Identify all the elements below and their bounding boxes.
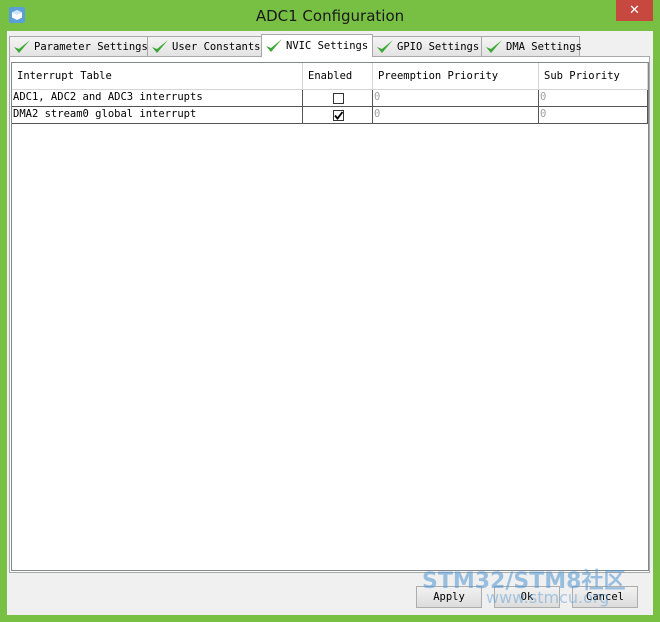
tab-bar: Parameter Settings User Constants NVIC S… (9, 33, 582, 57)
sub-priority-cell[interactable]: 0 (539, 107, 648, 123)
check-icon (486, 39, 502, 53)
check-icon (377, 39, 393, 53)
enabled-cell (303, 90, 373, 106)
check-icon (266, 38, 282, 52)
tab-label: NVIC Settings (286, 39, 369, 52)
interrupt-name: ADC1, ADC2 and ADC3 interrupts (12, 90, 303, 106)
table-row[interactable]: ADC1, ADC2 and ADC3 interrupts 0 0 (12, 90, 648, 107)
check-icon (14, 39, 30, 53)
title-bar[interactable]: ADC1 Configuration ✕ (0, 0, 660, 31)
cube-app-icon (9, 7, 25, 23)
dialog-client-area: Parameter Settings User Constants NVIC S… (7, 31, 653, 615)
tab-nvic-settings[interactable]: NVIC Settings (261, 34, 373, 57)
close-icon: ✕ (629, 3, 640, 18)
checkmark-icon (333, 110, 343, 120)
tab-user-constants[interactable]: User Constants (147, 36, 262, 56)
enabled-checkbox[interactable] (332, 109, 344, 121)
tab-label: User Constants (172, 40, 261, 53)
tab-gpio-settings[interactable]: GPIO Settings (372, 36, 482, 56)
interrupt-table: Interrupt Table Enabled Preemption Prior… (11, 62, 649, 571)
enabled-checkbox[interactable] (332, 92, 344, 104)
column-header-interrupt[interactable]: Interrupt Table (12, 63, 303, 89)
preemption-priority-cell[interactable]: 0 (373, 90, 539, 106)
column-header-preemption[interactable]: Preemption Priority (373, 63, 539, 89)
table-row[interactable]: DMA2 stream0 global interrupt 0 0 (12, 107, 648, 124)
preemption-priority-cell[interactable]: 0 (373, 107, 539, 123)
apply-button[interactable]: Apply (416, 586, 482, 608)
column-header-enabled[interactable]: Enabled (303, 63, 373, 89)
check-icon (152, 39, 168, 53)
interrupt-name: DMA2 stream0 global interrupt (12, 107, 303, 123)
window-title: ADC1 Configuration (255, 6, 405, 25)
tab-dma-settings[interactable]: DMA Settings (481, 36, 582, 56)
table-header: Interrupt Table Enabled Preemption Prior… (12, 63, 648, 90)
cancel-button[interactable]: Cancel (572, 586, 638, 608)
tab-label: DMA Settings (506, 40, 582, 53)
enabled-cell (303, 107, 373, 123)
nvic-settings-panel: Interrupt Table Enabled Preemption Prior… (9, 56, 650, 573)
tab-parameter-settings[interactable]: Parameter Settings (9, 36, 148, 56)
config-window: ADC1 Configuration ✕ Parameter Settings … (0, 0, 660, 622)
tab-label: GPIO Settings (397, 40, 480, 53)
ok-button[interactable]: Ok (494, 586, 560, 608)
tab-label: Parameter Settings (34, 40, 148, 53)
sub-priority-cell[interactable]: 0 (539, 90, 648, 106)
column-header-sub-priority[interactable]: Sub Priority (539, 63, 648, 89)
close-button[interactable]: ✕ (616, 0, 653, 21)
